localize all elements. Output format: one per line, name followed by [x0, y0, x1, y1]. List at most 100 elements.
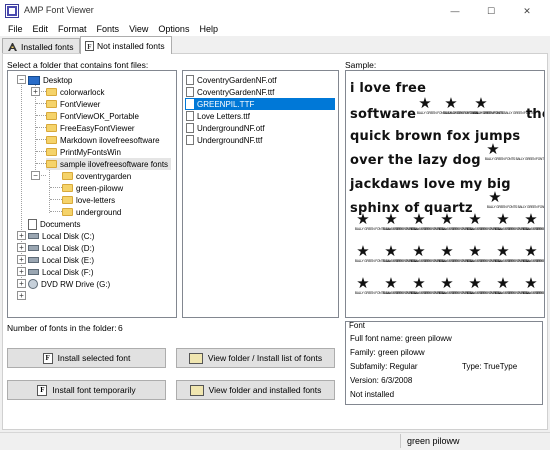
sample-star-glyph: ★BALLY GREEN FONTS BALLY GREEN FONTS	[486, 189, 545, 209]
menu-help[interactable]: Help	[194, 24, 223, 34]
install-font-temporarily-label: Install font temporarily	[52, 385, 136, 395]
tree-item-dvd-drive[interactable]: DVD RW Drive (G:)	[28, 278, 110, 290]
tree-item-fontviewer[interactable]: FontViewer	[46, 98, 100, 110]
tree-item-local-disk-e[interactable]: Local Disk (E:)	[28, 254, 94, 266]
tree-item-label: FontViewOK_Portable	[60, 111, 140, 121]
tree-item-sample-fonts[interactable]: sample ilovefreesoftware fonts	[46, 158, 172, 170]
tree-item-freeeasyfontviewer[interactable]: FreeEasyFontViewer	[46, 122, 135, 134]
tree-connector	[50, 199, 62, 200]
view-folder-install-list-button[interactable]: View folder / Install list of fonts	[176, 348, 335, 368]
expander-dvd-drive[interactable]: +	[17, 291, 26, 300]
tree-item-label: Local Disk (D:)	[42, 243, 95, 253]
tree-item-desktop[interactable]: Desktop	[28, 74, 72, 86]
tab-strip: Installed fonts F Not installed fonts	[0, 36, 550, 54]
status-bar	[0, 432, 550, 450]
file-icon	[186, 99, 194, 109]
tree-item-markdown[interactable]: Markdown ilovefreesoftware	[46, 134, 160, 146]
tree-connector	[36, 103, 46, 104]
tree-item-label: FreeEasyFontViewer	[60, 123, 135, 133]
install-font-temporarily-button[interactable]: F Install font temporarily	[7, 380, 166, 400]
file-item-coventrygarden-ttf[interactable]: CoventryGardenNF.ttf	[185, 86, 335, 98]
tab-installed-fonts[interactable]: Installed fonts	[2, 38, 80, 54]
font-info-panel: Font Full font name: green piloww Family…	[345, 321, 543, 405]
sample-star-glyph: ★BALLY GREEN FONTS BALLY GREEN FONTS	[354, 275, 416, 295]
expander-local-disk-d[interactable]: +	[17, 255, 26, 264]
tab-not-installed-label: Not installed fonts	[97, 40, 165, 51]
folder-icon	[62, 184, 73, 192]
tree-item-coventrygarden[interactable]: coventrygarden	[62, 170, 131, 182]
file-icon	[186, 123, 194, 133]
folder-icon	[46, 148, 57, 156]
sample-star-glyph: ★BALLY GREEN FONTS BALLY GREEN FONTS	[466, 275, 528, 295]
maximize-button[interactable]: ☐	[474, 0, 508, 22]
sample-star-glyph: ★BALLY GREEN FONTS BALLY GREEN FONTS	[442, 95, 504, 115]
tree-connector	[36, 163, 46, 164]
tree-item-local-disk-d[interactable]: Local Disk (D:)	[28, 242, 94, 254]
tree-item-label: PrintMyFontsWin	[60, 147, 121, 157]
font-count-label: Number of fonts in the folder:	[7, 323, 117, 333]
folder-icon	[46, 88, 57, 96]
expander-local-disk-c[interactable]: +	[17, 243, 26, 252]
sample-star-glyph: ★BALLY GREEN FONTS BALLY GREEN FONTS	[494, 211, 545, 231]
menu-fonts[interactable]: Fonts	[92, 24, 125, 34]
tree-connector	[50, 187, 62, 188]
folder-tree[interactable]: − + − + + + + + + Desktop colorwarlock F…	[7, 70, 177, 318]
file-item-label: GREENPIL.TTF	[197, 99, 255, 109]
tree-item-label: Documents	[40, 219, 81, 229]
sample-star-glyph: ★BALLY GREEN FONTS BALLY GREEN FONTS	[522, 275, 544, 295]
install-selected-font-button[interactable]: F Install selected font	[7, 348, 166, 368]
tree-item-local-disk-c[interactable]: Local Disk (C:)	[28, 230, 94, 242]
sample-star-glyph: ★BALLY GREEN FONTS BALLY GREEN FONTS	[522, 243, 544, 263]
tree-item-label: underground	[76, 207, 122, 217]
font-info-title: Font	[349, 321, 366, 330]
expander-local-disk-f[interactable]: +	[17, 279, 26, 288]
font-info-family: Family: green piloww	[350, 348, 425, 357]
tree-item-label: love-letters	[76, 195, 116, 205]
font-file-list[interactable]: CoventryGardenNF.otf CoventryGardenNF.tt…	[182, 70, 339, 318]
file-item-love-letters-ttf[interactable]: Love Letters.ttf	[185, 110, 335, 122]
view-folder-and-installed-button[interactable]: View folder and installed fonts	[176, 380, 335, 400]
view-folder-and-installed-label: View folder and installed fonts	[208, 385, 322, 395]
menu-view[interactable]: View	[124, 24, 153, 34]
file-item-label: CoventryGardenNF.otf	[197, 75, 277, 85]
tab-not-installed-fonts[interactable]: F Not installed fonts	[80, 36, 172, 54]
minimize-button[interactable]: —	[438, 0, 472, 22]
view-folder-install-list-label: View folder / Install list of fonts	[207, 353, 323, 363]
file-item-underground-ttf[interactable]: UndergroundNF.ttf	[185, 134, 335, 146]
expander-local-disk-e[interactable]: +	[17, 267, 26, 276]
documents-icon	[28, 218, 37, 230]
drive-icon	[28, 257, 39, 263]
file-icon	[186, 75, 194, 85]
close-button[interactable]: ✕	[510, 0, 544, 22]
tree-item-fontviewok-portable[interactable]: FontViewOK_Portable	[46, 110, 139, 122]
file-item-label: Love Letters.ttf	[197, 111, 250, 121]
menu-options[interactable]: Options	[153, 24, 194, 34]
file-item-coventrygarden-otf[interactable]: CoventryGardenNF.otf	[185, 74, 335, 86]
folder-icon	[46, 112, 57, 120]
sample-star-glyph: ★BALLY GREEN FONTS BALLY GREEN FONTS	[410, 211, 472, 231]
sample-star-glyph: ★BALLY GREEN FONTS BALLY GREEN FONTS	[354, 243, 416, 263]
sample-star-glyph: ★BALLY GREEN FONTS BALLY GREEN FONTS	[382, 243, 444, 263]
tree-item-colorwarlock[interactable]: colorwarlock	[46, 86, 104, 98]
expander-colorwarlock[interactable]: +	[31, 87, 40, 96]
expander-sample-fonts[interactable]: −	[31, 171, 40, 180]
tree-connector	[36, 127, 46, 128]
tree-item-printmyfontswin[interactable]: PrintMyFontsWin	[46, 146, 121, 158]
menu-edit[interactable]: Edit	[28, 24, 54, 34]
tree-item-label: Markdown ilovefreesoftware	[60, 135, 160, 145]
tree-item-local-disk-f[interactable]: Local Disk (F:)	[28, 266, 94, 278]
file-icon	[186, 135, 194, 145]
menu-format[interactable]: Format	[53, 24, 92, 34]
file-item-greenpil-ttf[interactable]: GREENPIL.TTF	[185, 98, 335, 110]
sample-star-glyph: ★BALLY GREEN FONTS BALLY GREEN FONTS	[466, 243, 528, 263]
tree-item-documents[interactable]: Documents	[28, 218, 80, 230]
file-item-underground-otf[interactable]: UndergroundNF.otf	[185, 122, 335, 134]
tree-item-underground[interactable]: underground	[62, 206, 121, 218]
expander-documents[interactable]: +	[17, 231, 26, 240]
expander-desktop[interactable]: −	[17, 75, 26, 84]
tree-item-love-letters[interactable]: love-letters	[62, 194, 115, 206]
tree-item-green-piloww[interactable]: green-piloww	[62, 182, 123, 194]
menu-bar: File Edit Format Fonts View Options Help	[0, 22, 550, 36]
menu-file[interactable]: File	[3, 24, 28, 34]
tree-item-label: coventrygarden	[76, 171, 132, 181]
